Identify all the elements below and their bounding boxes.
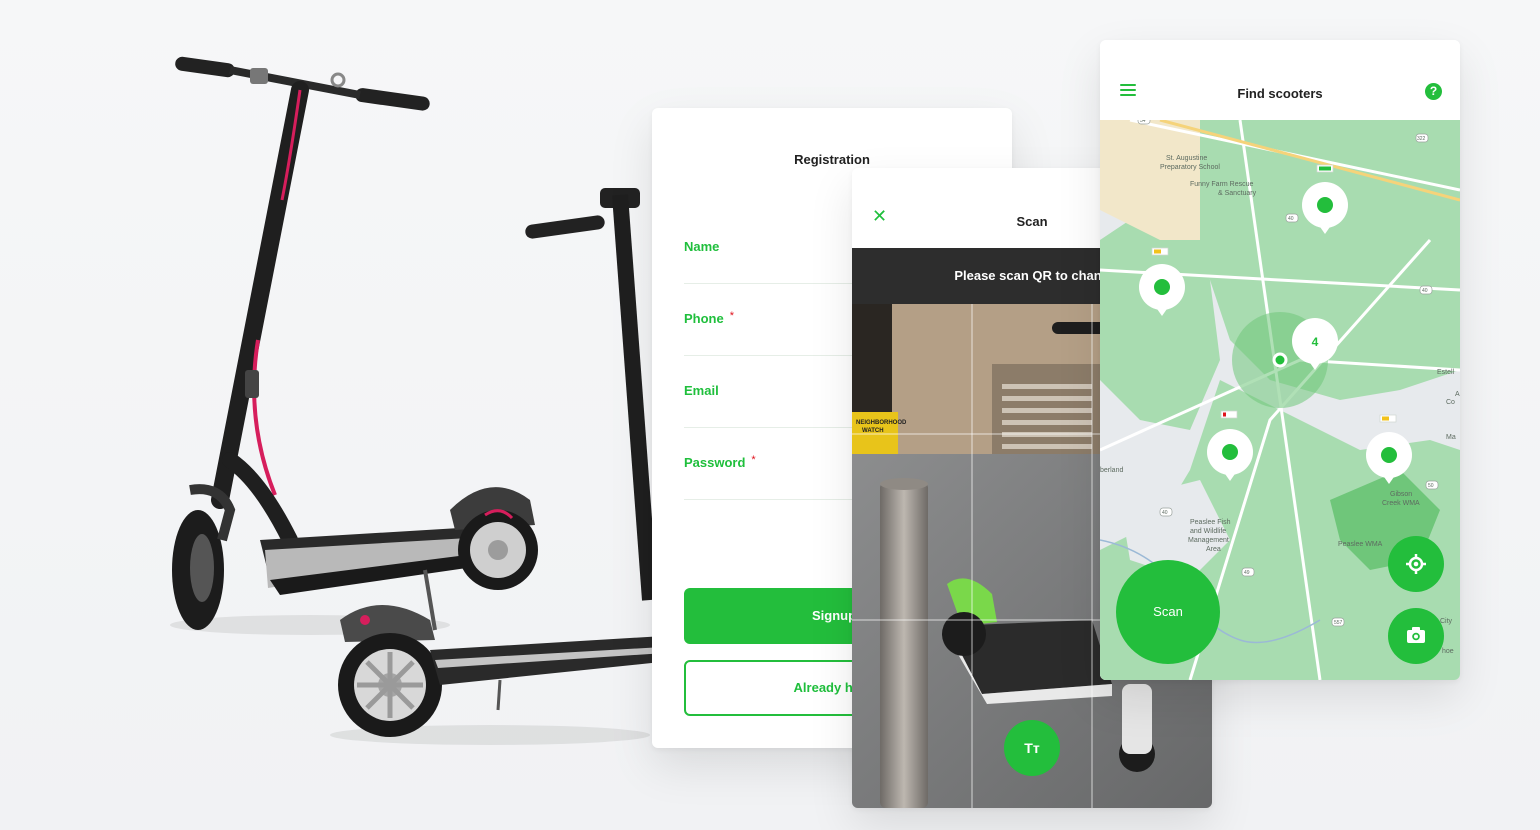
map-label: Funny Farm Rescue xyxy=(1190,181,1254,188)
map-label: Area xyxy=(1206,546,1221,553)
map-label: Gibson xyxy=(1390,491,1412,498)
find-title: Find scooters xyxy=(1237,86,1323,101)
road-number: 322 xyxy=(1417,136,1426,142)
email-label: Email xyxy=(684,383,719,398)
crosshair-icon xyxy=(1406,554,1426,574)
scan-button[interactable]: Scan xyxy=(1116,560,1220,664)
map-label: Management xyxy=(1188,537,1229,544)
road-number: 54 xyxy=(1140,120,1146,124)
road-number: 40 xyxy=(1288,216,1294,222)
question-circle-icon[interactable]: ? xyxy=(1425,83,1442,100)
sticker-text: WATCH xyxy=(862,428,884,434)
map-label: Ma xyxy=(1446,434,1456,441)
camera-button[interactable] xyxy=(1388,608,1444,664)
scooter-illustration xyxy=(330,188,680,745)
road-number: 49 xyxy=(1244,570,1250,576)
road-number: 50 xyxy=(1428,483,1434,489)
map-label: Preparatory School xyxy=(1160,164,1220,171)
road-number: 40 xyxy=(1162,510,1168,516)
map-label: berland xyxy=(1100,467,1123,474)
map-label: Co xyxy=(1446,399,1455,406)
map-label: and Wildlife xyxy=(1190,528,1226,535)
road-number: 40 xyxy=(1422,288,1428,294)
find-scooters-screen: Find scooters ? St. Augustine Preparator… xyxy=(1100,40,1460,680)
registration-title: Registration xyxy=(794,152,870,167)
map-label: Peaslee WMA xyxy=(1338,541,1383,548)
name-label: Name xyxy=(684,239,720,254)
map-label: A xyxy=(1455,391,1460,398)
map-label: St. Augustine xyxy=(1166,155,1207,162)
required-mark: * xyxy=(729,310,735,322)
sticker-text: NEIGHBORHOOD xyxy=(856,420,907,426)
required-mark: * xyxy=(751,454,756,466)
phone-label: Phone xyxy=(684,311,724,326)
camera-icon xyxy=(1407,627,1425,643)
locate-button[interactable] xyxy=(1388,536,1444,592)
map-label: & Sanctuary xyxy=(1218,190,1257,197)
text-toggle-button[interactable]: Tт xyxy=(1004,720,1060,776)
map-label: Peaslee Fish xyxy=(1190,519,1231,526)
road-number: 557 xyxy=(1334,620,1343,626)
find-header: Find scooters ? xyxy=(1100,40,1460,120)
password-label: Password xyxy=(684,455,746,470)
map-label: Estell xyxy=(1437,369,1455,376)
map-label: Creek WMA xyxy=(1382,500,1420,507)
cluster-count: 4 xyxy=(1312,335,1319,349)
